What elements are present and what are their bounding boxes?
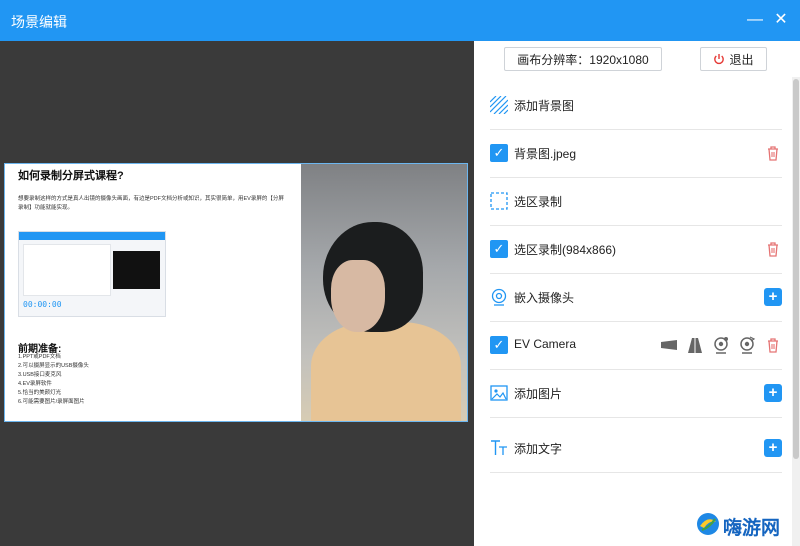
prep-item: 5.恰当的美颜灯光	[18, 390, 62, 396]
scene-preview: 如何录制分屏式课程? 想要录制这样的方式是真人出镜的摄像头画面，有边是PDF文档…	[0, 41, 474, 546]
doc-title: 如何录制分屏式课程?	[18, 170, 124, 182]
minimize-icon[interactable]: —	[744, 9, 766, 31]
add-text-row[interactable]: 添加文字 +	[490, 425, 782, 473]
row-label: 选区录制(984x866)	[514, 243, 617, 257]
background-layer-row[interactable]: ✓ 背景图.jpeg	[490, 130, 782, 178]
exit-button[interactable]: 退出	[700, 47, 767, 71]
embed-camera-row[interactable]: 嵌入摄像头 +	[490, 274, 782, 322]
text-icon	[491, 440, 507, 455]
row-label: 添加图片	[514, 387, 563, 401]
checkbox-checked-icon[interactable]: ✓	[490, 336, 508, 354]
scrollbar[interactable]	[792, 77, 800, 546]
exit-label: 退出	[729, 53, 754, 67]
image-icon	[490, 385, 508, 401]
camera-icon	[491, 288, 507, 306]
flip-horizontal-icon[interactable]	[660, 336, 678, 354]
camera-layer-row[interactable]: ✓ EV Camera	[490, 322, 782, 370]
layer-panel: 画布分辨率：1920x1080 退出 添加背景图 ✓ 背景图.jpeg 选区录制…	[474, 41, 800, 546]
document-region[interactable]: 如何录制分屏式课程? 想要录制这样的方式是真人出镜的摄像头画面，有边是PDF文档…	[5, 164, 301, 421]
camera-settings-icon[interactable]	[712, 336, 730, 354]
close-icon[interactable]: ✕	[770, 9, 792, 31]
resolution-button[interactable]: 画布分辨率：1920x1080	[504, 47, 662, 71]
mini-timer: 00:00:00	[23, 300, 62, 309]
region-record-row[interactable]: 选区录制	[490, 178, 782, 226]
prep-item: 6.可能需要图片/录屏面图片	[18, 399, 85, 405]
row-label: 添加文字	[514, 442, 563, 456]
window-title: 场景编辑	[11, 14, 67, 30]
scrollbar-thumb[interactable]	[793, 79, 799, 459]
doc-paragraph: 想要录制这样的方式是真人出镜的摄像头画面，有边是PDF文档分析或知识，其实很简单…	[18, 196, 284, 211]
prep-item: 3.USB接口麦克风	[18, 372, 62, 378]
add-image-row[interactable]: 添加图片 +	[490, 370, 782, 418]
dashed-region-icon	[490, 192, 508, 210]
delete-icon[interactable]	[764, 240, 782, 258]
title-bar: 场景编辑 — ✕	[0, 0, 800, 41]
prep-item: 1.PPT或PDF文档	[18, 354, 61, 360]
watermark-text: 嗨游网	[723, 518, 781, 539]
prep-item: 4.EV录屏软件	[18, 381, 52, 387]
region-layer-row[interactable]: ✓ 选区录制(984x866)	[490, 226, 782, 274]
add-background-row[interactable]: 添加背景图	[490, 82, 782, 130]
delete-icon[interactable]	[764, 336, 782, 354]
app-screenshot-thumbnail: 00:00:00	[18, 231, 166, 317]
scene-canvas[interactable]: 如何录制分屏式课程? 想要录制这样的方式是真人出镜的摄像头画面，有边是PDF文档…	[4, 163, 468, 422]
watermark-logo-icon	[697, 513, 719, 535]
add-text-button[interactable]: +	[764, 439, 782, 457]
add-image-button[interactable]: +	[764, 384, 782, 402]
row-label: EV Camera	[514, 337, 577, 351]
flip-vertical-icon[interactable]	[686, 336, 704, 354]
background-hatch-icon	[490, 96, 508, 114]
prep-list: 1.PPT或PDF文档 2.可以摄屏显示的USB摄像头 3.USB接口麦克风 4…	[18, 353, 89, 407]
camera-refresh-icon[interactable]	[738, 336, 756, 354]
delete-icon[interactable]	[764, 144, 782, 162]
power-icon	[714, 54, 725, 65]
row-label: 添加背景图	[514, 99, 575, 113]
row-label: 背景图.jpeg	[514, 147, 577, 161]
row-label: 选区录制	[514, 195, 563, 209]
checkbox-checked-icon[interactable]: ✓	[490, 240, 508, 258]
add-camera-button[interactable]: +	[764, 288, 782, 306]
camera-feed[interactable]	[301, 164, 467, 421]
prep-item: 2.可以摄屏显示的USB摄像头	[18, 363, 89, 369]
checkbox-checked-icon[interactable]: ✓	[490, 144, 508, 162]
row-label: 嵌入摄像头	[514, 291, 575, 305]
